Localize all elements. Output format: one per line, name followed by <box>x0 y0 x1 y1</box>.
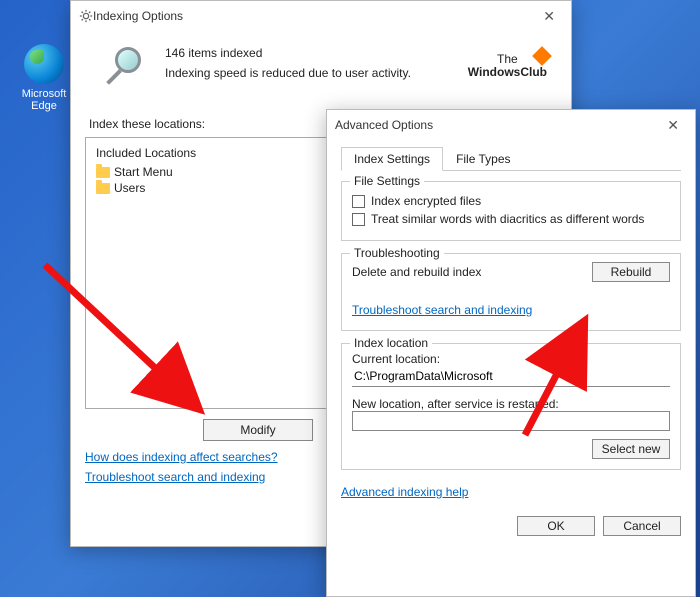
link-troubleshoot[interactable]: Troubleshoot search and indexing <box>352 303 532 317</box>
select-new-button[interactable]: Select new <box>592 439 670 459</box>
rebuild-button[interactable]: Rebuild <box>592 262 670 282</box>
tab-index-settings[interactable]: Index Settings <box>341 147 443 171</box>
watermark: wsxdn.com <box>635 579 690 591</box>
status-speed: Indexing speed is reduced due to user ac… <box>165 66 411 80</box>
tab-file-types[interactable]: File Types <box>443 147 523 171</box>
brand-logo: TheWindowsClub <box>468 53 547 79</box>
close-button[interactable]: ✕ <box>535 6 563 27</box>
input-current-location[interactable] <box>352 366 670 387</box>
legend-index-location: Index location <box>350 336 432 350</box>
cancel-button[interactable]: Cancel <box>603 516 681 536</box>
edge-label: Microsoft Edge <box>16 88 72 112</box>
desktop-icon-edge[interactable]: Microsoft Edge <box>16 44 72 112</box>
titlebar-advanced: Advanced Options ✕ <box>327 110 695 140</box>
edge-icon <box>24 44 64 84</box>
title-text: Indexing Options <box>93 9 183 23</box>
fieldset-file-settings: File Settings Index encrypted files Trea… <box>341 181 681 241</box>
folder-icon <box>96 183 110 194</box>
close-button[interactable]: ✕ <box>659 115 687 136</box>
fieldset-index-location: Index location Current location: New loc… <box>341 343 681 470</box>
link-advanced-help[interactable]: Advanced indexing help <box>341 485 468 499</box>
legend-troubleshooting: Troubleshooting <box>350 246 444 260</box>
gear-icon <box>79 9 93 23</box>
legend-file-settings: File Settings <box>350 174 424 188</box>
link-troubleshoot-search[interactable]: Troubleshoot search and indexing <box>85 470 265 484</box>
link-how-indexing-affects[interactable]: How does indexing affect searches? <box>85 450 278 464</box>
label-delete-rebuild: Delete and rebuild index <box>352 265 481 279</box>
label-diacritics: Treat similar words with diacritics as d… <box>371 212 644 226</box>
titlebar-indexing: Indexing Options ✕ <box>71 1 571 31</box>
ok-button[interactable]: OK <box>517 516 595 536</box>
magnifier-icon <box>105 43 151 89</box>
tabs: Index Settings File Types <box>341 146 681 171</box>
label-encrypted: Index encrypted files <box>371 194 481 208</box>
input-new-location[interactable] <box>352 411 670 431</box>
checkbox-encrypted[interactable] <box>352 195 365 208</box>
modify-button[interactable]: Modify <box>203 419 313 441</box>
status-count: 146 items indexed <box>165 46 411 60</box>
label-current-location: Current location: <box>352 352 670 366</box>
checkbox-diacritics[interactable] <box>352 213 365 226</box>
title-text: Advanced Options <box>335 118 433 132</box>
window-advanced-options: Advanced Options ✕ Index Settings File T… <box>326 109 696 597</box>
folder-icon <box>96 167 110 178</box>
fieldset-troubleshooting: Troubleshooting Delete and rebuild index… <box>341 253 681 331</box>
label-new-location: New location, after service is restarted… <box>352 397 670 411</box>
